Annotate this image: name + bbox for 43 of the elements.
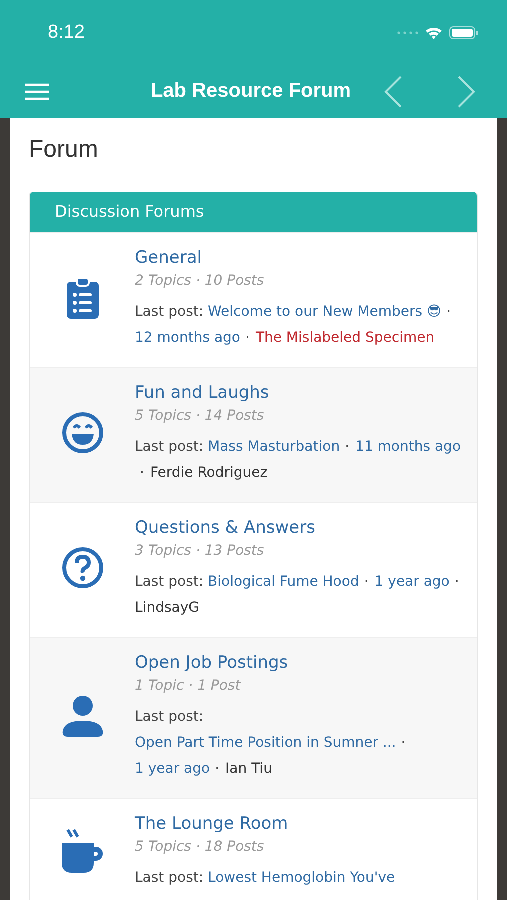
battery-icon xyxy=(449,26,479,40)
last-post-text: Last post: Lowest Hemoglobin You've xyxy=(135,869,396,888)
forward-icon[interactable] xyxy=(457,76,477,108)
page-title: Forum xyxy=(29,136,100,164)
forum-stats: 1 Topic · 1 Post xyxy=(135,678,241,694)
back-icon[interactable] xyxy=(383,76,403,108)
topic-link[interactable]: Biological Fume Hood xyxy=(208,574,360,590)
author-link[interactable]: Ferdie Rodriguez xyxy=(150,465,268,481)
help-icon xyxy=(62,547,104,589)
topic-link[interactable]: Open Part Time Position in Sumner ... xyxy=(135,735,396,751)
topic-link[interactable]: Lowest Hemoglobin You've xyxy=(208,870,396,886)
author-link[interactable]: Ian Tiu xyxy=(226,761,272,777)
last-post-text: Last post: Welcome to our New Members 😎 · 12 months ago · The Mislabeled Specimen xyxy=(135,303,452,348)
time-link[interactable]: 1 year ago xyxy=(135,761,210,777)
wifi-icon xyxy=(425,26,443,40)
forum-stats: 2 Topics · 10 Posts xyxy=(135,273,264,289)
time-link[interactable]: 1 year ago xyxy=(374,574,450,590)
forum-stats: 5 Topics · 14 Posts xyxy=(135,408,264,424)
clipboard-icon xyxy=(66,277,98,319)
author-link[interactable]: LindsayG xyxy=(135,600,200,616)
section-header: Discussion Forums xyxy=(30,192,477,232)
forum-title-link[interactable]: Open Job Postings xyxy=(135,650,288,676)
signal-icon xyxy=(397,30,419,34)
forum-stats: 5 Topics · 18 Posts xyxy=(135,839,264,855)
topic-link[interactable]: Mass Masturbation xyxy=(208,439,340,455)
last-post-text: Last post: Open Part Time Position in Sumner ... · 1 year ago · Ian Tiu xyxy=(135,708,407,779)
menu-icon[interactable] xyxy=(25,82,49,100)
time-link[interactable]: 11 months ago xyxy=(356,439,462,455)
app-title: Lab Resource Forum xyxy=(150,80,351,103)
forum-title-link[interactable]: The Lounge Room xyxy=(135,811,288,837)
forum-title-link[interactable]: General xyxy=(135,245,202,271)
last-post-text: Last post: Biological Fume Hood · 1 year ago · LindsayG xyxy=(135,573,460,618)
time-link[interactable]: 12 months ago xyxy=(135,330,240,346)
status-time: 8:12 xyxy=(48,22,85,44)
user-icon xyxy=(62,695,104,737)
topic-link[interactable]: Welcome to our New Members 😎 xyxy=(208,304,442,320)
coffee-cup-icon xyxy=(62,829,104,873)
forum-stats: 3 Topics · 13 Posts xyxy=(135,543,264,559)
last-post-text: Last post: Mass Masturbation · 11 months ago · Ferdie Rodriguez xyxy=(135,438,462,483)
forum-title-link[interactable]: Fun and Laughs xyxy=(135,380,270,406)
smiley-icon xyxy=(62,412,104,454)
forum-title-link[interactable]: Questions & Answers xyxy=(135,515,316,541)
author-link[interactable]: The Mislabeled Specimen xyxy=(256,330,435,346)
